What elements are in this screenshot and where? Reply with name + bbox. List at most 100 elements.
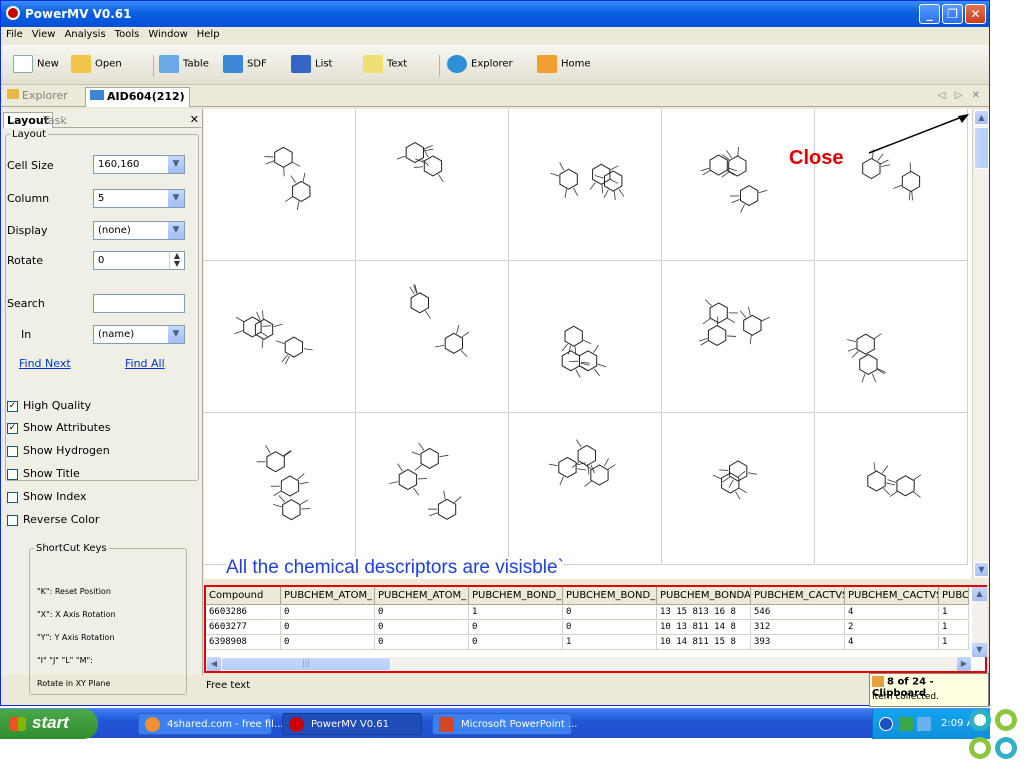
active-document-tab[interactable]: AID604(212) (85, 87, 190, 107)
explorer-tab[interactable]: Explorer (7, 89, 68, 102)
spinner-arrows-icon[interactable]: ▲ ▼ (169, 252, 184, 269)
open-button[interactable]: Open (71, 55, 122, 77)
menu-file[interactable]: File (1, 27, 27, 40)
molecule-structure (561, 325, 607, 378)
tray-arrow-icon[interactable] (879, 717, 893, 731)
structure-cell[interactable] (663, 413, 815, 565)
molecule-structure (847, 333, 886, 383)
show-title-checkbox[interactable]: Show Title (7, 467, 80, 480)
panel-close-icon[interactable]: ✕ (190, 113, 199, 126)
taskbar-item-4shared[interactable]: 4shared.com - free fil... (138, 713, 283, 735)
scroll-thumb[interactable] (974, 127, 989, 169)
title-bar[interactable]: PowerMV V0.61 _ ❐ ✕ (1, 1, 989, 27)
structure-cell[interactable] (357, 413, 509, 565)
structure-cell[interactable] (663, 261, 815, 413)
find-all-link[interactable]: Find All (125, 357, 165, 370)
scroll-down-icon[interactable]: ▼ (972, 643, 987, 657)
list-icon (291, 55, 311, 73)
tray-monitor-icon[interactable] (917, 717, 931, 731)
table-cell: 1 (939, 636, 969, 650)
window-title: PowerMV V0.61 (25, 7, 132, 21)
scroll-up-icon[interactable]: ▲ (972, 587, 987, 601)
find-next-link[interactable]: Find Next (19, 357, 71, 370)
molecule-structure (264, 146, 311, 211)
menu-tools[interactable]: Tools (110, 27, 144, 40)
structure-cell[interactable] (204, 109, 356, 261)
cell-size-select[interactable]: 160,160 ▼ (93, 155, 185, 174)
table-vertical-scrollbar[interactable]: ▲ ▼ (972, 587, 987, 657)
table-cell: 1 (939, 621, 969, 635)
descriptor-table: ◀ ||| ▶ ▲ ▼ Compound PUBCHEM_ATOM_ PUBCHEM… (204, 585, 987, 673)
table-cell: 0 (563, 606, 657, 620)
tab-task[interactable]: Task (43, 114, 67, 127)
structure-cell[interactable] (510, 413, 662, 565)
rotate-spinner[interactable]: 0 ▲ ▼ (93, 251, 185, 270)
column-header[interactable]: PUBCHEM_BONDA (657, 587, 751, 605)
new-button[interactable]: New (13, 55, 59, 77)
structure-cell[interactable] (816, 261, 968, 413)
column-header[interactable]: PUBCHEM_CACTVS (845, 587, 939, 605)
maximize-button[interactable]: ❐ (942, 4, 963, 24)
show-attributes-checkbox[interactable]: ✓ Show Attributes (7, 421, 110, 434)
horizontal-scrollbar[interactable]: ◀ ||| ▶ (207, 657, 971, 671)
close-button[interactable]: ✕ (965, 4, 986, 24)
reverse-color-checkbox[interactable]: Reverse Color (7, 513, 99, 526)
menu-help[interactable]: Help (192, 27, 224, 40)
scroll-left-icon[interactable]: ◀ (207, 657, 221, 671)
taskbar-item-powerpoint[interactable]: Microsoft PowerPoint ... (432, 713, 577, 735)
menu-view[interactable]: View (27, 27, 60, 40)
high-quality-checkbox[interactable]: ✓ High Quality (7, 399, 91, 412)
table-cell: 13 15 813 16 8 (657, 606, 751, 620)
app-window: PowerMV V0.61 _ ❐ ✕ File View Analysis Tool… (0, 0, 990, 707)
column-header[interactable]: PUBCHEM_BOND_ (469, 587, 563, 605)
vertical-scrollbar[interactable]: ▲ ▼ (972, 109, 989, 579)
scroll-down-icon[interactable]: ▼ (974, 562, 989, 577)
column-header[interactable]: Compound (206, 587, 281, 605)
table-button[interactable]: Table (159, 55, 209, 77)
home-button[interactable]: Home (537, 55, 591, 77)
explorer-button[interactable]: Explorer (447, 55, 513, 77)
show-hydrogen-checkbox[interactable]: Show Hydrogen (7, 444, 110, 457)
structure-cell[interactable] (204, 413, 356, 565)
column-label: Column (7, 192, 50, 205)
structure-cell[interactable] (357, 109, 509, 261)
scroll-up-icon[interactable]: ▲ (974, 110, 989, 125)
search-in-select[interactable]: (name) ▼ (93, 325, 185, 344)
column-header[interactable]: PUBCHEM_ATOM_ (281, 587, 375, 605)
column-header[interactable]: PUBC (939, 587, 969, 605)
structure-cell[interactable] (510, 261, 662, 413)
text-button[interactable]: Text (363, 55, 407, 77)
taskbar-item-powermv[interactable]: PowerMV V0.61 (282, 713, 422, 735)
column-header[interactable]: PUBCHEM_CACTVS (751, 587, 845, 605)
column-select[interactable]: 5 ▼ (93, 189, 185, 208)
browser-icon (145, 717, 160, 732)
display-select[interactable]: (none) ▼ (93, 221, 185, 240)
list-button[interactable]: List (291, 55, 332, 77)
start-button[interactable]: start (0, 709, 98, 739)
structure-cell[interactable] (357, 261, 509, 413)
menu-window[interactable]: Window (143, 27, 191, 40)
clipboard-notification[interactable]: 8 of 24 - Clipboard Item collected. (869, 673, 989, 707)
tray-network-icon[interactable] (899, 717, 913, 731)
windows-flag-icon (10, 717, 26, 731)
table-icon (159, 55, 179, 73)
column-header[interactable]: PUBCHEM_BOND_ (563, 587, 657, 605)
scroll-thumb[interactable]: ||| (221, 657, 391, 671)
column-header[interactable]: PUBCHEM_ATOM_ (375, 587, 469, 605)
search-input[interactable] (93, 294, 185, 313)
scroll-right-icon[interactable]: ▶ (957, 657, 971, 671)
structure-cell[interactable] (204, 261, 356, 413)
structure-cell[interactable] (510, 109, 662, 261)
table-cell: 1 (563, 636, 657, 650)
chevron-down-icon: ▼ (168, 326, 184, 343)
minimize-button[interactable]: _ (919, 4, 940, 24)
structure-cell[interactable] (816, 413, 968, 565)
sdf-icon (90, 90, 104, 100)
structure-cell[interactable] (663, 109, 815, 261)
menu-analysis[interactable]: Analysis (59, 27, 109, 40)
sdf-button[interactable]: SDF (223, 55, 267, 77)
structure-grid (204, 109, 972, 579)
show-index-checkbox[interactable]: Show Index (7, 490, 86, 503)
home-icon (537, 55, 557, 73)
tab-nav-arrows[interactable]: ◁ ▷ ✕ (938, 90, 983, 101)
